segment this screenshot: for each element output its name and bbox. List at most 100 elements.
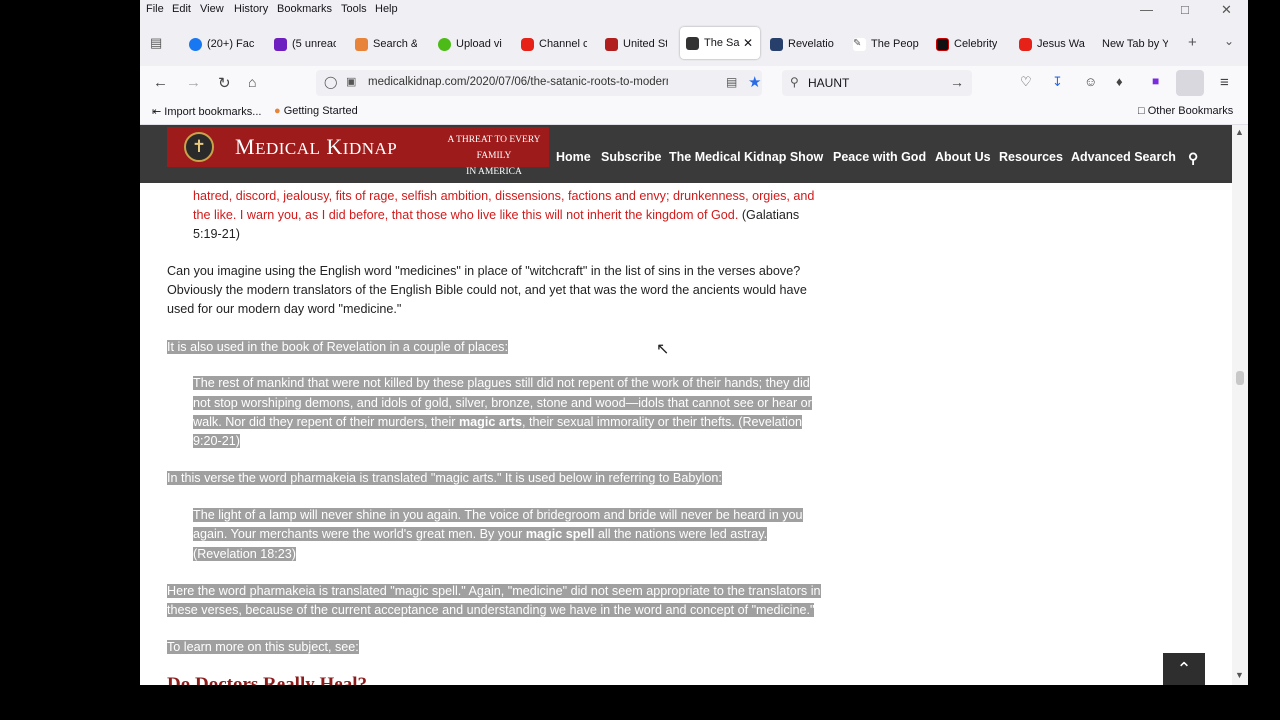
scroll-down-icon[interactable]: ▼ xyxy=(1235,670,1244,680)
folder-icon: □ xyxy=(1138,105,1148,117)
scroll-to-top-button[interactable]: ⌃ xyxy=(1163,653,1205,685)
reload-icon[interactable]: ↻ xyxy=(218,74,231,92)
app-menu-icon[interactable]: ≡ xyxy=(1220,74,1229,91)
nav-subscribe[interactable]: Subscribe xyxy=(601,150,661,164)
menu-history[interactable]: History xyxy=(234,3,268,15)
pdf-icon xyxy=(605,37,618,51)
reader-view-icon[interactable]: ▤ xyxy=(726,75,737,89)
nav-home[interactable]: Home xyxy=(556,150,591,164)
tab-channel[interactable]: Channel c xyxy=(521,34,587,54)
addon-icon[interactable]: ■ xyxy=(1152,74,1159,88)
selected-quote-line: The rest of mankind that were not killed… xyxy=(193,376,810,390)
tab-overview-icon[interactable]: ▤ xyxy=(150,35,162,51)
new-tab-button[interactable]: + xyxy=(1188,34,1197,51)
selected-quote-line: (Revelation 18:23) xyxy=(193,547,296,561)
forward-icon[interactable]: → xyxy=(186,74,201,91)
cross-emblem-icon: ✝ xyxy=(184,132,214,162)
scrollbar-thumb[interactable] xyxy=(1236,371,1244,385)
download-icon[interactable]: ↧ xyxy=(1052,74,1063,90)
import-icon: ⇤ xyxy=(152,106,165,118)
other-bookmarks-link[interactable]: □ Other Bookmarks xyxy=(1138,105,1233,117)
tab-newtab[interactable]: New Tab by Y xyxy=(1102,34,1168,54)
facebook-icon xyxy=(189,37,202,51)
firefox-icon: ● xyxy=(274,105,284,117)
paragraph-line: Can you imagine using the English word "… xyxy=(167,264,801,278)
minimize-icon[interactable]: — xyxy=(1140,2,1153,17)
menu-help[interactable]: Help xyxy=(375,3,398,15)
tab-jesus[interactable]: Jesus Wa xyxy=(1019,34,1085,54)
close-window-icon[interactable]: ✕ xyxy=(1221,2,1232,18)
menu-view[interactable]: View xyxy=(200,3,224,15)
quote-galatians-ref: 5:19-21) xyxy=(193,227,240,241)
menu-bookmarks[interactable]: Bookmarks xyxy=(277,3,332,15)
nav-resources[interactable]: Resources xyxy=(999,150,1063,164)
site-title: MEDICAL KIDNAP xyxy=(235,134,398,159)
menu-file[interactable]: File xyxy=(146,3,164,15)
selected-paragraph: In this verse the word pharmakeia is tra… xyxy=(167,471,722,485)
people-icon: ✎ xyxy=(853,37,866,51)
menu-tools[interactable]: Tools xyxy=(341,3,367,15)
site-tagline: A THREAT TO EVERY FAMILY IN AMERICA xyxy=(447,135,541,177)
tab-upload[interactable]: Upload vi xyxy=(438,34,502,54)
close-tab-icon[interactable]: ✕ xyxy=(743,36,753,50)
selected-paragraph: It is also used in the book of Revelatio… xyxy=(167,340,508,354)
nav-show[interactable]: The Medical Kidnap Show xyxy=(669,150,823,164)
selected-paragraph: these verses, because of the current acc… xyxy=(167,603,815,617)
lock-icon[interactable]: ▣ xyxy=(346,75,356,88)
tab-strip: ▤ (20+) Fac (5 unread Search & Upload vi… xyxy=(140,20,1248,66)
page-scrollbar[interactable]: ▲ ▼ xyxy=(1232,125,1248,685)
site-search-icon[interactable]: ⚲ xyxy=(1188,150,1198,167)
tab-mail[interactable]: (5 unread xyxy=(274,34,336,54)
selected-quote-line: not stop worshiping demons, and idols of… xyxy=(193,396,812,410)
url-bar[interactable]: ◯ ▣ medicalkidnap.com/2020/07/06/the-sat… xyxy=(316,70,762,96)
menu-edit[interactable]: Edit xyxy=(172,3,191,15)
upload-icon xyxy=(438,37,451,51)
back-icon[interactable]: ← xyxy=(153,74,168,91)
extensions-icon[interactable]: ♦ xyxy=(1116,74,1123,89)
search-bar[interactable]: ⚲ HAUNT → xyxy=(782,70,972,96)
search-input[interactable]: HAUNT xyxy=(808,76,849,90)
site-header: ✝ MEDICAL KIDNAP A THREAT TO EVERY FAMIL… xyxy=(140,125,1232,183)
paragraph-line: used for our modern day word "medicine." xyxy=(167,302,402,316)
mouse-cursor-icon: ↖ xyxy=(656,341,670,358)
shield-icon[interactable]: ◯ xyxy=(324,75,337,89)
bookmark-star-icon[interactable]: ★ xyxy=(748,73,761,91)
paragraph-line: Obviously the modern translators of the … xyxy=(167,283,807,297)
youtube-icon xyxy=(1019,37,1032,51)
celebrity-icon xyxy=(936,37,949,51)
getting-started-link[interactable]: ● Getting Started xyxy=(274,105,358,117)
selected-paragraph: Here the word pharmakeia is translated "… xyxy=(167,584,821,598)
megaphone-icon[interactable] xyxy=(1176,70,1204,96)
menu-bar: File Edit View History Bookmarks Tools H… xyxy=(140,0,1248,20)
tab-facebook[interactable]: (20+) Fac xyxy=(189,34,255,54)
bookmarks-bar: ⇤ Import bookmarks... ● Getting Started … xyxy=(140,100,1248,125)
selected-quote-line: again. Your merchants were the world's g… xyxy=(193,527,768,541)
home-icon[interactable]: ⌂ xyxy=(248,74,256,90)
account-icon[interactable]: ☺ xyxy=(1084,74,1097,89)
nav-advanced-search[interactable]: Advanced Search xyxy=(1071,150,1176,164)
import-bookmarks-link[interactable]: ⇤ Import bookmarks... xyxy=(152,105,261,118)
maximize-icon[interactable]: □ xyxy=(1181,2,1189,17)
tab-celebrity[interactable]: Celebrity xyxy=(936,34,1002,54)
revelation-icon xyxy=(770,37,783,51)
tab-revelation[interactable]: Revelatio xyxy=(770,34,836,54)
youtube-icon xyxy=(521,37,534,51)
section-heading[interactable]: Do Doctors Really Heal? xyxy=(167,675,367,685)
tab-search[interactable]: Search & xyxy=(355,34,417,54)
site-logo[interactable]: ✝ MEDICAL KIDNAP A THREAT TO EVERY FAMIL… xyxy=(167,127,549,177)
pocket-icon[interactable]: ♡ xyxy=(1020,74,1032,90)
nav-about[interactable]: About Us xyxy=(935,150,991,164)
web-page: ✝ MEDICAL KIDNAP A THREAT TO EVERY FAMIL… xyxy=(140,125,1232,685)
tab-active[interactable]: The Sa ✕ xyxy=(680,27,760,59)
search-tab-icon xyxy=(355,37,368,51)
tab-list-chevron-icon[interactable]: ⌄ xyxy=(1224,34,1234,48)
site-favicon xyxy=(686,36,699,50)
quote-galatians-line1: hatred, discord, jealousy, fits of rage,… xyxy=(193,189,815,203)
tab-united[interactable]: United St xyxy=(605,34,667,54)
browser-window: File Edit View History Bookmarks Tools H… xyxy=(140,0,1248,685)
nav-peace[interactable]: Peace with God xyxy=(833,150,926,164)
url-text[interactable]: medicalkidnap.com/2020/07/06/the-satanic… xyxy=(368,76,668,88)
scroll-up-icon[interactable]: ▲ xyxy=(1235,127,1244,137)
search-go-icon[interactable]: → xyxy=(950,74,964,90)
tab-people[interactable]: ✎ The Peop xyxy=(853,34,919,54)
